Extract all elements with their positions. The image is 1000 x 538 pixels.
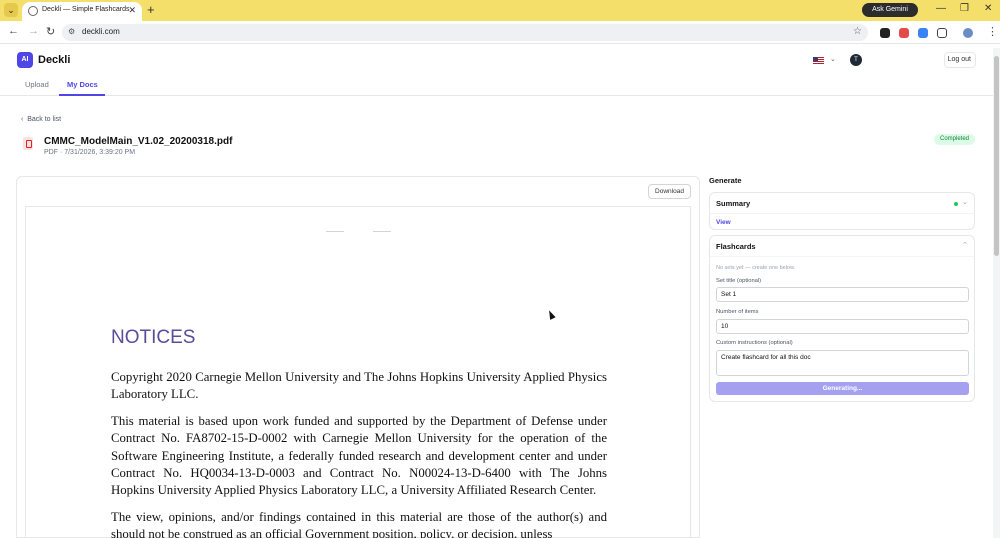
empty-state-text: No sets yet — create one below. — [716, 265, 796, 271]
back-arrow-icon[interactable]: ← — [8, 25, 19, 37]
download-button[interactable]: Download — [648, 184, 691, 199]
profile-icon[interactable] — [963, 28, 973, 38]
chevron-down-icon: ⌄ — [830, 56, 836, 63]
url-text: deckli.com — [82, 27, 120, 36]
document-title: CMMC_ModelMain_V1.02_20200318.pdf — [44, 136, 233, 147]
scrollbar-thumb[interactable] — [994, 56, 999, 256]
us-flag-icon — [813, 57, 824, 64]
page-mark — [373, 230, 391, 232]
generate-button[interactable]: Generating... — [716, 382, 969, 395]
language-select[interactable]: ⌄ — [813, 55, 839, 67]
document-meta: PDF · 7/31/2026, 3:39:20 PM — [44, 149, 136, 156]
app-name: Deckli — [38, 54, 71, 66]
minimize-icon[interactable]: — — [936, 3, 946, 14]
tab-search-icon[interactable]: ⌄ — [4, 3, 18, 17]
set-title-input[interactable]: Set 1 — [716, 287, 969, 302]
browser-tab[interactable]: Deckli — Simple Flashcards ✕ — [22, 2, 142, 21]
num-items-label: Number of items — [716, 309, 759, 315]
tab-title: Deckli — Simple Flashcards — [42, 6, 130, 13]
extension-icon[interactable] — [918, 28, 928, 38]
close-icon[interactable]: ✕ — [128, 5, 136, 16]
globe-icon — [28, 6, 38, 16]
back-label: Back to list — [27, 116, 62, 123]
back-to-list-link[interactable]: ‹ Back to list — [21, 116, 61, 123]
divider — [710, 256, 974, 257]
page-mark — [326, 230, 344, 232]
chevron-left-icon: ‹ — [21, 116, 24, 123]
close-window-icon[interactable]: ✕ — [984, 3, 992, 14]
divider — [710, 213, 974, 214]
flashcards-card: Flashcards ⌃ No sets yet — create one be… — [709, 235, 975, 402]
ready-dot-icon — [954, 202, 958, 206]
summary-card[interactable]: Summary ⌄ View — [709, 192, 975, 230]
app-logo[interactable]: AI — [17, 52, 33, 68]
tab-upload[interactable]: Upload — [25, 80, 49, 89]
extension-icon[interactable] — [899, 28, 909, 38]
scrollbar[interactable] — [993, 48, 1000, 538]
new-tab-icon[interactable]: + — [147, 2, 155, 17]
instructions-label: Custom instructions (optional) — [716, 340, 793, 346]
browser-tab-bar: ⌄ Deckli — Simple Flashcards ✕ + Ask Gem… — [0, 0, 1000, 21]
site-info-icon[interactable]: ⚙ — [68, 27, 75, 36]
chevron-up-icon[interactable]: ⌃ — [962, 241, 968, 249]
ask-gemini-button[interactable]: Ask Gemini — [862, 3, 918, 17]
page-heading: NOTICES — [111, 327, 196, 348]
page-paragraph: Copyright 2020 Carnegie Mellon Universit… — [111, 370, 607, 402]
url-input[interactable]: ⚙ deckli.com ☆ — [62, 24, 868, 41]
forward-arrow-icon[interactable]: → — [28, 25, 39, 37]
bookmark-star-icon[interactable]: ☆ — [853, 26, 862, 37]
avatar[interactable]: T — [850, 54, 862, 66]
restore-icon[interactable]: ❐ — [960, 3, 969, 14]
pdf-file-icon — [23, 137, 33, 150]
tab-my-docs[interactable]: My Docs — [67, 80, 98, 89]
num-items-input[interactable]: 10 — [716, 319, 969, 334]
reload-icon[interactable]: ↻ — [46, 25, 55, 38]
generate-title: Generate — [709, 176, 742, 185]
page-paragraph: This material is based upon work funded … — [111, 414, 607, 498]
kebab-menu-icon[interactable]: ⋮ — [987, 25, 998, 38]
status-badge: Completed — [934, 134, 975, 145]
logout-button[interactable]: Log out — [944, 52, 976, 68]
chevron-down-icon[interactable]: ⌄ — [962, 198, 968, 206]
flashcards-title: Flashcards — [716, 242, 756, 251]
view-summary-link[interactable]: View — [716, 219, 731, 226]
puzzle-icon[interactable] — [937, 28, 947, 38]
summary-title: Summary — [716, 199, 751, 208]
instructions-textarea[interactable]: Create flashcard for all this doc — [716, 350, 969, 376]
app-tab-bar: Upload My Docs — [0, 76, 1000, 96]
set-title-label: Set title (optional) — [716, 278, 762, 284]
page-paragraph: The view, opinions, and/or findings cont… — [111, 510, 607, 538]
address-bar: ← → ↻ ⚙ deckli.com ☆ — [0, 21, 1000, 44]
active-tab-indicator — [59, 94, 105, 96]
extension-icon[interactable] — [880, 28, 890, 38]
